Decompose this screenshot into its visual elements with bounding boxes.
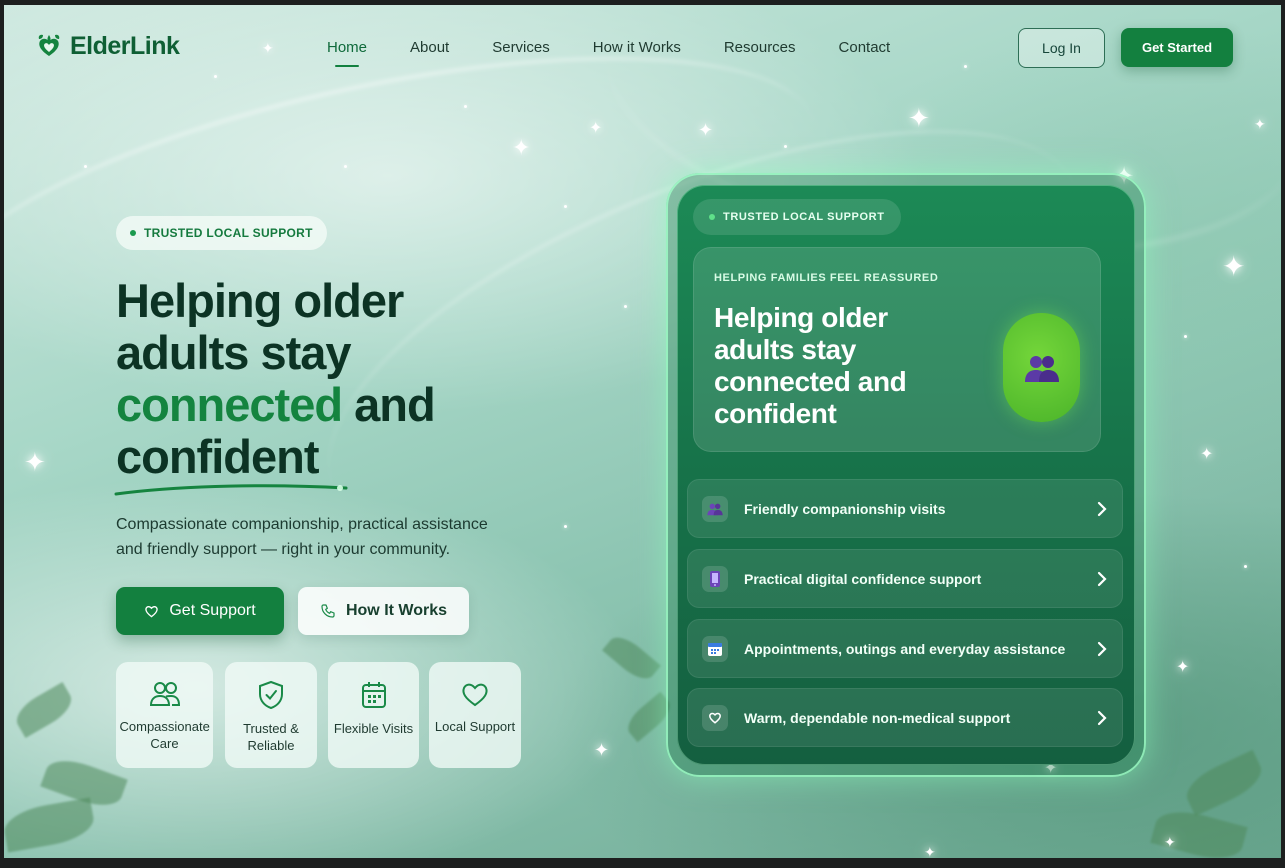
- service-item-non-medical-support[interactable]: Warm, dependable non-medical support: [687, 688, 1123, 747]
- sparkle-icon: ✦: [924, 844, 936, 858]
- people-emoji-icon: [1024, 355, 1059, 382]
- calendar-icon: [361, 682, 386, 708]
- chevron-right-icon: [1097, 571, 1107, 586]
- service-item-label: Appointments, outings and everyday assis…: [744, 640, 1066, 657]
- brand-logo[interactable]: ElderLink: [34, 31, 180, 61]
- trusted-badge: TRUSTED LOCAL SUPPORT: [116, 216, 327, 250]
- sparkle-icon: ✦: [1254, 116, 1266, 132]
- card-eyebrow: HELPING FAMILIES FEEL REASSURED: [714, 272, 939, 284]
- phone-emoji-icon: [702, 565, 728, 592]
- phone-icon: [321, 604, 335, 618]
- sparkle-icon: ✦: [1222, 251, 1246, 282]
- nav-link-resources[interactable]: Resources: [724, 39, 796, 56]
- hero-subtext: Compassionate companionship, practical a…: [116, 516, 488, 558]
- nav-links: Home About Services How it Works Resourc…: [327, 39, 933, 67]
- service-item-label: Friendly companionship visits: [744, 500, 946, 517]
- leaf-decoration: [10, 682, 78, 738]
- top-nav: ElderLink Home About Services How it Wor…: [4, 5, 1281, 95]
- how-it-works-button[interactable]: How It Works: [298, 587, 469, 635]
- get-started-button[interactable]: Get Started: [1121, 28, 1233, 67]
- sparkle-icon: ✦: [589, 120, 603, 137]
- feature-label: Local Support: [434, 719, 516, 734]
- people-emoji-icon: [702, 495, 728, 522]
- feature-card-flexible-visits: Flexible Visits: [328, 662, 419, 768]
- service-item-label: Warm, dependable non-medical support: [744, 709, 1011, 726]
- people-icon: [149, 682, 180, 706]
- star-dot: [1184, 335, 1187, 338]
- nav-link-contact[interactable]: Contact: [839, 39, 891, 56]
- feature-card-trusted-reliable: Trusted & Reliable: [225, 662, 317, 768]
- service-item-companionship[interactable]: Friendly companionship visits: [687, 479, 1123, 538]
- star-dot: [564, 205, 567, 208]
- star-dot: [564, 525, 567, 528]
- shield-check-icon: [259, 680, 283, 710]
- headline-and: and: [342, 378, 436, 431]
- feature-label: Trusted & Reliable: [243, 721, 299, 753]
- sparkle-icon: ✦: [1176, 659, 1190, 676]
- badge-dot: [709, 214, 715, 220]
- star-dot: [84, 165, 87, 168]
- sparkle-icon: ✦: [1200, 446, 1214, 463]
- sparkle-icon: ✦: [24, 447, 46, 477]
- feature-label: Flexible Visits: [333, 721, 414, 736]
- leaf-heart-logo-icon: [38, 34, 60, 56]
- headline-line: confident: [116, 430, 319, 483]
- star-dot: [1244, 565, 1247, 568]
- sparkle-icon: ✦: [594, 740, 610, 760]
- service-item-label: Practical digital confidence support: [744, 570, 982, 587]
- star-dot: [344, 165, 347, 168]
- hero-headline: Helping older adults stay connected and …: [116, 275, 576, 483]
- service-item-digital-confidence[interactable]: Practical digital confidence support: [687, 549, 1123, 608]
- headline-highlight: connected: [116, 378, 343, 431]
- headline-line: connected and: [116, 379, 576, 431]
- get-support-button[interactable]: Get Support: [116, 587, 284, 635]
- sparkle-icon: ✦: [698, 120, 714, 140]
- card-trusted-badge: TRUSTED LOCAL SUPPORT: [693, 199, 901, 235]
- heart-icon: [702, 704, 728, 731]
- page: ✦ ✦ ✦ ✦ ✦ ✦ ✦ ✦ ✦ ✦ ✦ ✦ ✦ ✦ ✦ ElderLink …: [4, 5, 1281, 858]
- chevron-right-icon: [1097, 501, 1107, 516]
- feature-card-compassionate-care: Compassionate Care: [116, 662, 213, 768]
- chevron-right-icon: [1097, 641, 1107, 656]
- leaf-decoration: [4, 797, 97, 853]
- avatar: [1003, 313, 1080, 422]
- nav-link-about[interactable]: About: [410, 39, 449, 56]
- service-item-appointments[interactable]: Appointments, outings and everyday assis…: [687, 619, 1123, 678]
- badge-dot: [130, 230, 136, 236]
- star-dot: [464, 105, 467, 108]
- leaf-decoration: [1180, 749, 1268, 817]
- chevron-right-icon: [1097, 710, 1107, 725]
- headline-line: Helping older: [116, 274, 404, 327]
- star-dot: [624, 305, 627, 308]
- card-badge-label: TRUSTED LOCAL SUPPORT: [723, 211, 885, 223]
- sparkle-icon: ✦: [908, 103, 930, 133]
- badge-label: TRUSTED LOCAL SUPPORT: [144, 226, 313, 240]
- login-button[interactable]: Log In: [1018, 28, 1105, 68]
- nav-link-home[interactable]: Home: [327, 39, 367, 67]
- how-it-works-label: How It Works: [345, 602, 448, 619]
- feature-label: Compassionate Care: [119, 719, 210, 751]
- card-title: Helping older adults stay connected and …: [714, 302, 907, 429]
- calendar-emoji-icon: [702, 635, 728, 662]
- heart-icon: [145, 605, 159, 618]
- sparkle-icon: ✦: [512, 135, 531, 160]
- brand-name: ElderLink: [70, 31, 180, 60]
- star-dot: [784, 145, 787, 148]
- nav-link-how-it-works[interactable]: How it Works: [593, 39, 681, 56]
- heart-icon: [462, 683, 488, 707]
- sparkle-icon: ✦: [1164, 834, 1176, 850]
- get-support-label: Get Support: [169, 602, 256, 619]
- nav-link-services[interactable]: Services: [492, 39, 550, 56]
- headline-line: adults stay: [116, 326, 352, 379]
- feature-card-local-support: Local Support: [429, 662, 521, 768]
- headline-underline: [114, 484, 348, 496]
- leaf-decoration: [602, 630, 661, 686]
